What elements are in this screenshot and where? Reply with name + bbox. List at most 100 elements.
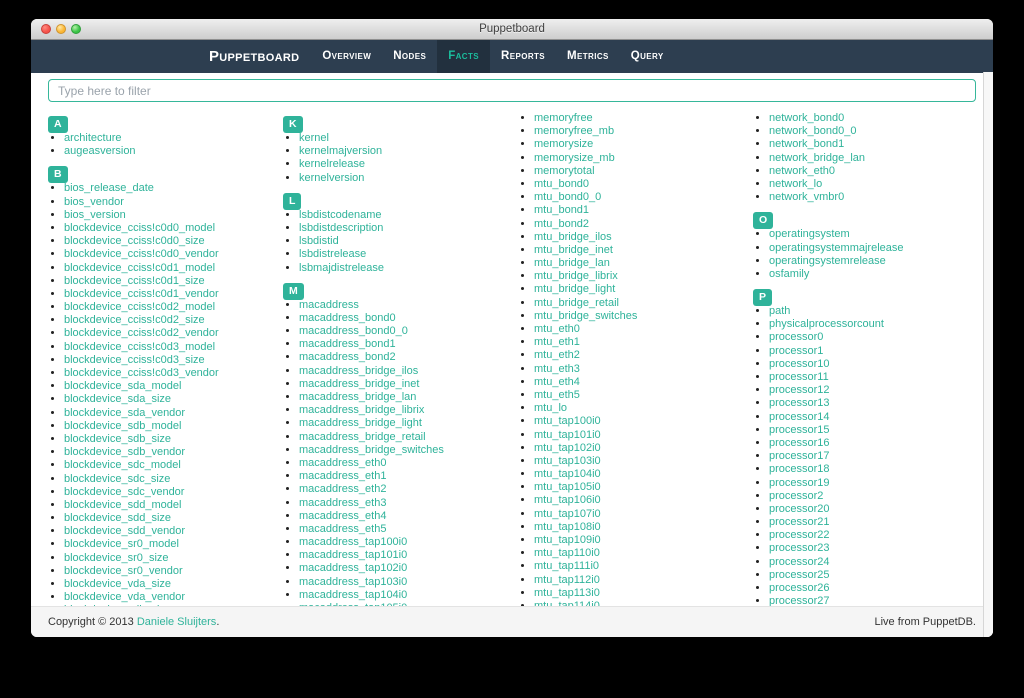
fact-link[interactable]: mtu_eth4 <box>534 376 580 388</box>
fact-link[interactable]: macaddress_eth4 <box>299 510 386 522</box>
fact-link[interactable]: macaddress_bridge_light <box>299 417 422 429</box>
fact-link[interactable]: blockdevice_cciss!c0d0_model <box>64 222 215 234</box>
fact-link[interactable]: memorysize_mb <box>534 152 615 164</box>
fact-link[interactable]: kernelversion <box>299 172 364 184</box>
fact-link[interactable]: processor24 <box>769 556 830 568</box>
fact-link[interactable]: mtu_bridge_switches <box>534 310 637 322</box>
fact-link[interactable]: processor1 <box>769 345 823 357</box>
fact-link[interactable]: macaddress_tap104i0 <box>299 589 407 601</box>
nav-item-metrics[interactable]: Metrics <box>556 40 620 73</box>
fact-link[interactable]: processor19 <box>769 477 830 489</box>
fact-link[interactable]: mtu_tap106i0 <box>534 494 601 506</box>
fact-link[interactable]: processor26 <box>769 582 830 594</box>
fact-link[interactable]: macaddress_bond0 <box>299 312 396 324</box>
fact-link[interactable]: blockdevice_cciss!c0d3_size <box>64 354 205 366</box>
fact-link[interactable]: processor11 <box>769 371 829 383</box>
fact-link[interactable]: bios_release_date <box>64 182 154 194</box>
fact-link[interactable]: blockdevice_cciss!c0d0_size <box>64 235 205 247</box>
fact-link[interactable]: macaddress_eth5 <box>299 523 386 535</box>
fact-link[interactable]: processor0 <box>769 331 823 343</box>
nav-item-facts[interactable]: Facts <box>437 40 490 73</box>
fact-link[interactable]: network_bond0 <box>769 112 844 124</box>
fact-link[interactable]: network_bridge_lan <box>769 152 865 164</box>
fact-link[interactable]: blockdevice_sda_size <box>64 393 171 405</box>
fact-link[interactable]: mtu_tap107i0 <box>534 508 601 520</box>
fact-link[interactable]: macaddress_tap103i0 <box>299 576 407 588</box>
brand-logo[interactable]: Puppetboard <box>209 40 299 73</box>
fact-link[interactable]: mtu_eth1 <box>534 336 580 348</box>
nav-item-query[interactable]: Query <box>620 40 675 73</box>
fact-link[interactable]: mtu_bond2 <box>534 218 589 230</box>
minimize-button[interactable] <box>56 24 66 34</box>
fact-link[interactable]: mtu_bridge_lan <box>534 257 610 269</box>
fact-link[interactable]: macaddress_bond2 <box>299 351 396 363</box>
fact-link[interactable]: processor23 <box>769 542 830 554</box>
fact-link[interactable]: blockdevice_sdd_size <box>64 512 171 524</box>
fact-link[interactable]: macaddress_tap101i0 <box>299 549 407 561</box>
fact-link[interactable]: blockdevice_cciss!c0d2_model <box>64 301 215 313</box>
fact-link[interactable]: processor25 <box>769 569 830 581</box>
fact-link[interactable]: architecture <box>64 132 121 144</box>
fact-link[interactable]: kernel <box>299 132 329 144</box>
fact-link[interactable]: blockdevice_cciss!c0d2_vendor <box>64 327 219 339</box>
fact-link[interactable]: mtu_bond0 <box>534 178 589 190</box>
fact-link[interactable]: macaddress_eth0 <box>299 457 386 469</box>
fact-link[interactable]: memoryfree_mb <box>534 125 614 137</box>
fact-link[interactable]: blockdevice_sda_model <box>64 380 181 392</box>
fact-link[interactable]: processor16 <box>769 437 830 449</box>
fact-link[interactable]: macaddress_eth2 <box>299 483 386 495</box>
fact-link[interactable]: mtu_tap105i0 <box>534 481 601 493</box>
fact-link[interactable]: operatingsystemrelease <box>769 255 886 267</box>
fact-link[interactable]: blockdevice_cciss!c0d1_size <box>64 275 205 287</box>
fact-link[interactable]: augeasversion <box>64 145 136 157</box>
vertical-scrollbar[interactable] <box>983 72 993 637</box>
fact-link[interactable]: mtu_tap103i0 <box>534 455 601 467</box>
fact-link[interactable]: lsbdistcodename <box>299 209 382 221</box>
fact-link[interactable]: macaddress_bridge_librix <box>299 404 424 416</box>
fact-link[interactable]: bios_vendor <box>64 196 124 208</box>
fact-link[interactable]: mtu_bridge_ilos <box>534 231 612 243</box>
fact-link[interactable]: macaddress_bridge_lan <box>299 391 416 403</box>
fact-link[interactable]: mtu_tap110i0 <box>534 547 600 559</box>
fact-link[interactable]: blockdevice_cciss!c0d3_model <box>64 341 215 353</box>
fact-link[interactable]: mtu_tap112i0 <box>534 574 600 586</box>
fact-link[interactable]: lsbdistid <box>299 235 339 247</box>
fact-link[interactable]: blockdevice_cciss!c0d1_model <box>64 262 215 274</box>
fact-link[interactable]: processor21 <box>769 516 830 528</box>
fact-link[interactable]: processor18 <box>769 463 830 475</box>
fact-link[interactable]: network_eth0 <box>769 165 835 177</box>
fact-link[interactable]: mtu_tap104i0 <box>534 468 601 480</box>
fact-link[interactable]: blockdevice_cciss!c0d0_vendor <box>64 248 219 260</box>
fact-link[interactable]: network_bond0_0 <box>769 125 856 137</box>
fact-link[interactable]: network_vmbr0 <box>769 191 844 203</box>
fact-link[interactable]: processor22 <box>769 529 830 541</box>
fact-link[interactable]: memoryfree <box>534 112 593 124</box>
fact-link[interactable]: macaddress_tap102i0 <box>299 562 407 574</box>
fact-link[interactable]: processor17 <box>769 450 830 462</box>
fact-link[interactable]: macaddress_eth3 <box>299 497 386 509</box>
fact-link[interactable]: blockdevice_vda_size <box>64 578 171 590</box>
zoom-button[interactable] <box>71 24 81 34</box>
fact-link[interactable]: blockdevice_sdc_size <box>64 473 170 485</box>
fact-link[interactable]: lsbdistdescription <box>299 222 383 234</box>
fact-link[interactable]: blockdevice_sdd_model <box>64 499 181 511</box>
fact-link[interactable]: blockdevice_sdc_model <box>64 459 181 471</box>
fact-link[interactable]: mtu_tap109i0 <box>534 534 601 546</box>
fact-link[interactable]: path <box>769 305 790 317</box>
fact-link[interactable]: mtu_bond1 <box>534 204 589 216</box>
fact-link[interactable]: processor15 <box>769 424 830 436</box>
fact-link[interactable]: blockdevice_sr0_vendor <box>64 565 183 577</box>
fact-link[interactable]: memorysize <box>534 138 593 150</box>
filter-input[interactable] <box>48 79 976 102</box>
fact-link[interactable]: operatingsystem <box>769 228 850 240</box>
fact-link[interactable]: mtu_eth3 <box>534 363 580 375</box>
fact-link[interactable]: operatingsystemmajrelease <box>769 242 904 254</box>
fact-link[interactable]: mtu_eth0 <box>534 323 580 335</box>
fact-link[interactable]: kernelrelease <box>299 158 365 170</box>
fact-link[interactable]: processor2 <box>769 490 823 502</box>
fact-link[interactable]: macaddress_tap100i0 <box>299 536 407 548</box>
fact-link[interactable]: physicalprocessorcount <box>769 318 884 330</box>
fact-link[interactable]: mtu_lo <box>534 402 567 414</box>
fact-link[interactable]: bios_version <box>64 209 126 221</box>
fact-link[interactable]: lsbmajdistrelease <box>299 262 384 274</box>
